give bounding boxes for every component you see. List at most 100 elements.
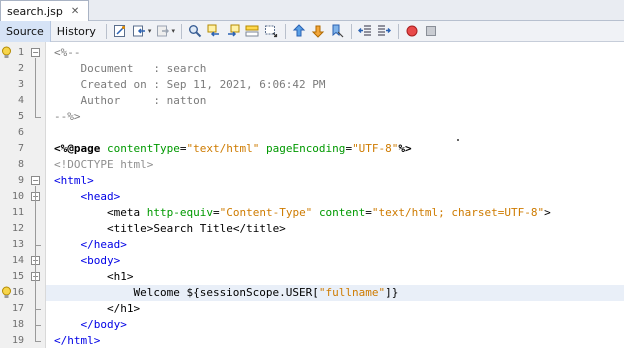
code-line[interactable]: <%@page contentType="text/html" pageEnco…: [54, 141, 412, 157]
code-line[interactable]: <body>: [54, 253, 121, 269]
code-token: =: [365, 206, 372, 219]
code-token: </title>: [232, 222, 286, 235]
code-token: Document : search: [54, 62, 207, 75]
shift-line-left-icon[interactable]: [358, 24, 372, 38]
forward-dropdown-icon[interactable]: ▾: [171, 27, 175, 35]
toolbar-separator: [350, 23, 352, 39]
fold-guide-end: [35, 245, 41, 246]
code-token: "text/html": [186, 142, 260, 155]
hint-bulb-icon[interactable]: [1, 46, 12, 60]
line-number: 12: [11, 223, 24, 234]
line-number: 14: [11, 255, 24, 266]
line-number: 18: [11, 319, 24, 330]
code-line[interactable]: Document : search: [54, 61, 206, 77]
code-area[interactable]: <%-- Document : search Created on : Sep …: [46, 42, 624, 348]
toolbar-separator: [180, 23, 182, 39]
code-token: </body>: [80, 318, 127, 331]
code-token: <%--: [54, 46, 81, 59]
code-token: <!DOCTYPE html>: [54, 158, 154, 171]
toggle-bookmark-icon[interactable]: [330, 24, 344, 38]
back-icon[interactable]: [132, 24, 146, 38]
code-line[interactable]: Welcome ${sessionScope.USER["fullname"]}: [54, 285, 398, 301]
file-tab-label: search.jsp: [7, 4, 63, 18]
code-token: <head>: [80, 190, 121, 203]
hint-bulb-icon[interactable]: [1, 286, 12, 300]
code-line[interactable]: <head>: [54, 189, 121, 205]
code-line[interactable]: Author : natton: [54, 93, 206, 109]
find-selection-icon[interactable]: [188, 24, 202, 38]
source-view-button[interactable]: Source: [0, 20, 51, 42]
fold-guide-end: [35, 341, 41, 342]
fold-toggle-icon[interactable]: −: [31, 48, 40, 57]
code-token: contentType: [106, 142, 180, 155]
code-editor[interactable]: 1−23456789−10−11121314−15−16171819 <%-- …: [0, 42, 624, 348]
code-token: <%@page: [54, 142, 107, 155]
code-line[interactable]: --%>: [54, 109, 81, 125]
code-line[interactable]: <meta http-equiv="Content-Type" content=…: [54, 205, 551, 221]
line-number: 8: [17, 159, 24, 170]
find-previous-icon[interactable]: [207, 24, 221, 38]
code-token: "text/html; charset=UTF-8": [371, 206, 545, 219]
line-number: 2: [17, 63, 24, 74]
editor-toolbar: Source History ▾ ▾: [0, 20, 624, 42]
code-line[interactable]: <%--: [54, 45, 81, 61]
toolbar-separator: [397, 23, 399, 39]
code-line[interactable]: <html>: [54, 173, 94, 189]
code-token: <body>: [80, 254, 121, 267]
code-token: </html>: [54, 334, 101, 347]
code-line[interactable]: Created on : Sep 11, 2021, 6:06:42 PM: [54, 77, 325, 93]
code-token: pageEncoding: [265, 142, 346, 155]
previous-bookmark-icon[interactable]: [292, 24, 306, 38]
code-token: <h1>: [106, 270, 134, 283]
code-token: <title>: [106, 222, 154, 235]
code-token: ]}: [385, 286, 399, 299]
line-number-gutter: 1−23456789−10−11121314−15−16171819: [0, 42, 46, 348]
line-number: 6: [17, 127, 24, 138]
code-line[interactable]: </h1>: [54, 301, 140, 317]
code-line[interactable]: <!DOCTYPE html>: [54, 157, 153, 173]
shift-line-right-icon[interactable]: [377, 24, 392, 38]
code-token: "UTF-8": [352, 142, 399, 155]
code-token: "fullname": [318, 286, 386, 299]
next-bookmark-icon[interactable]: [311, 24, 325, 38]
back-dropdown-icon[interactable]: ▾: [148, 27, 152, 35]
code-token: Author : natton: [54, 94, 207, 107]
toolbar-separator: [105, 23, 107, 39]
code-line[interactable]: </html>: [54, 333, 100, 348]
start-macro-recording-icon[interactable]: [405, 24, 419, 38]
history-view-button[interactable]: History: [51, 21, 102, 42]
last-edit-icon[interactable]: [113, 24, 127, 38]
code-token: %>: [398, 142, 412, 155]
code-line[interactable]: </head>: [54, 237, 127, 253]
stray-mark: [457, 139, 459, 141]
code-token: --%>: [54, 110, 81, 123]
fold-guide-end: [35, 117, 41, 118]
code-line[interactable]: <h1>: [54, 269, 134, 285]
forward-icon[interactable]: [156, 24, 170, 38]
editor-tab-strip: search.jsp ✕: [0, 0, 624, 21]
toolbar-separator: [284, 23, 286, 39]
toggle-rectangular-selection-icon[interactable]: [264, 24, 278, 38]
fold-toggle-icon[interactable]: −: [31, 176, 40, 185]
code-token: Search Title: [153, 222, 233, 235]
stop-macro-recording-icon[interactable]: [424, 24, 438, 38]
toggle-highlight-icon[interactable]: [245, 24, 259, 38]
line-number: 9: [17, 175, 24, 186]
line-number: 17: [11, 303, 24, 314]
code-line[interactable]: <title>Search Title</title>: [54, 221, 286, 237]
code-token: http-equiv: [146, 206, 213, 219]
code-token: >: [544, 206, 551, 219]
file-tab-search-jsp[interactable]: search.jsp ✕: [0, 0, 89, 21]
code-line[interactable]: </body>: [54, 317, 127, 333]
fold-guide-line: [35, 202, 36, 245]
close-tab-icon[interactable]: ✕: [71, 6, 79, 17]
find-next-icon[interactable]: [226, 24, 240, 38]
